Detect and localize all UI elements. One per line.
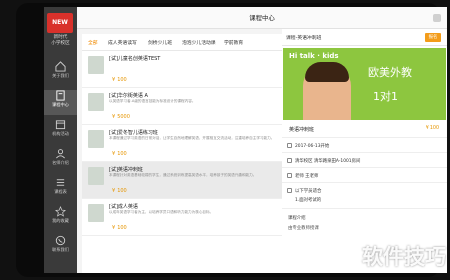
course-price: 100 — [112, 151, 127, 157]
sidebar-item[interactable]: 我的收藏 — [44, 206, 77, 231]
detail-course-name: 英语冲刺班 — [289, 127, 315, 133]
course-desc: 以英语学习者-A级的语言技能为标准设计的课程内容。 — [109, 99, 196, 103]
course-thumbnail — [88, 130, 104, 148]
course-name: [试]华尔街英语 A — [109, 93, 148, 99]
detail-price: 100 — [426, 126, 439, 131]
course-name: [试]成人英语 — [109, 204, 138, 210]
course-price: 100 — [112, 225, 127, 231]
banner-subheadline: 1对1 — [373, 90, 398, 103]
course-thumbnail — [88, 93, 104, 111]
detail-target-row: 以下学员适合 1.面对考试的 — [282, 183, 447, 209]
course-banner: Hi talk · kids 欧美外教 1对1 — [283, 48, 446, 120]
tab-preschool[interactable]: 学前教育 — [224, 39, 243, 46]
clock-icon — [287, 143, 292, 148]
course-price: 100 — [112, 77, 127, 83]
book-icon — [56, 90, 65, 101]
course-desc — [109, 62, 281, 72]
users-icon — [287, 188, 292, 193]
app-logo: NEW — [47, 13, 73, 33]
home-icon — [55, 61, 66, 72]
sidebar-item-label: 机构活动 — [52, 131, 69, 136]
course-name: [试]儿童名创英语TEST — [109, 56, 161, 62]
detail-date: 2017-06-13开始 — [295, 144, 330, 149]
detail-intro-title: 课程介绍 — [288, 216, 306, 221]
teacher-icon — [287, 173, 292, 178]
tab-bubble-kids[interactable]: 泡泡少儿活动课 — [182, 39, 216, 46]
sidebar-item-label: 课程表 — [54, 189, 67, 194]
detail-date-row: 2017-06-13开始 — [282, 138, 447, 153]
course-row[interactable]: [试]华尔街英语 A 以英语学习者-A级的语言技能为标准设计的课程内容。 500… — [82, 88, 288, 125]
device-frame: NEW 新时代 小学校区 关于我们 课程中心 机构活动 名师介绍 课程表 我的收藏 联系我们… — [0, 0, 450, 280]
sidebar-item-label: 我的收藏 — [52, 218, 69, 223]
course-thumbnail — [88, 56, 104, 74]
sidebar-item[interactable]: 名师介绍 — [44, 148, 77, 173]
banner-headline: 欧美外教 — [368, 66, 412, 79]
sidebar-item-label: 课程中心 — [52, 102, 69, 107]
course-desc: 以成年英语学习者为主，以培养学员口语和听力能力为核心目标。 — [109, 210, 214, 214]
detail-target-item: 1.面对考试的 — [295, 198, 322, 203]
course-row-selected[interactable]: [试]英语冲刺班 本课程针对英语基础较弱的学生，通过系统训练提高英语水平，培养孩… — [82, 162, 288, 199]
tab-adult-english[interactable]: 成人英语读写 — [108, 39, 137, 46]
course-list: [试]儿童名创英语TEST 100 [试]华尔街英语 A 以英语学习者-A级的语… — [82, 51, 288, 273]
star-icon — [55, 206, 66, 217]
course-desc: 本课程针对英语基础较弱的学生，通过系统训练提高英语水平，培养孩子的英语兴趣和能力… — [109, 173, 257, 177]
location-icon — [287, 158, 292, 163]
sidebar-item-label: 名师介绍 — [52, 160, 69, 165]
detail-location: 清华校区 清华路泉田A-1001房间 — [295, 159, 361, 164]
page-title: 课程中心 — [249, 14, 275, 22]
detail-teacher: 老师 王老师 — [295, 174, 319, 179]
sidebar-item-label: 关于我们 — [52, 73, 69, 78]
sidebar: NEW 新时代 小学校区 关于我们课程中心机构活动名师介绍课程表我的收藏联系我们 — [44, 7, 77, 273]
course-name: [试]爱冬智儿语练习班 — [109, 130, 158, 136]
detail-target-title: 以下学员适合 — [295, 189, 322, 194]
detail-header: 课程-英语冲刺班 报名 — [282, 29, 447, 46]
menu-icon[interactable] — [433, 14, 441, 22]
course-thumbnail — [88, 204, 104, 222]
calendar-icon — [55, 120, 66, 130]
course-desc: 本课程通过学习英语的日常对话，让学生自然地理解英语，开展相互交流活动，注重培养自… — [109, 136, 275, 140]
detail-intro-text: 由专业教师授课 — [288, 226, 319, 231]
sidebar-item[interactable]: 机构活动 — [44, 119, 77, 144]
sidebar-nav: 关于我们课程中心机构活动名师介绍课程表我的收藏联系我们 — [44, 57, 77, 260]
sidebar-item[interactable]: 课程中心 — [44, 90, 77, 115]
course-detail-panel: 课程-英语冲刺班 报名 Hi talk · kids 欧美外教 1对1 英语冲刺… — [282, 29, 447, 273]
org-name: 新时代 小学校区 — [51, 35, 70, 46]
tab-cambridge-kids[interactable]: 剑桥少儿班 — [148, 39, 172, 46]
top-bar: 课程中心 — [77, 7, 447, 29]
detail-location-row: 清华校区 清华路泉田A-1001房间 — [282, 153, 447, 168]
sidebar-item[interactable]: 关于我们 — [44, 61, 77, 86]
kid-hair — [305, 62, 349, 82]
tab-all[interactable]: 全部 — [88, 39, 98, 46]
tablet-bezel: NEW 新时代 小学校区 关于我们 课程中心 机构活动 名师介绍 课程表 我的收藏 联系我们… — [16, 3, 447, 277]
course-price: 5000 — [112, 114, 130, 120]
sidebar-item[interactable]: 课程表 — [44, 177, 77, 202]
detail-course-row: 英语冲刺班 100 — [282, 121, 447, 138]
detail-teacher-row: 老师 王老师 — [282, 168, 447, 183]
app-screen: NEW 新时代 小学校区 关于我们 课程中心 机构活动 名师介绍 课程表 我的收藏 联系我们… — [44, 7, 447, 273]
course-row[interactable]: [试]爱冬智儿语练习班 本课程通过学习英语的日常对话，让学生自然地理解英语，开展… — [82, 125, 288, 162]
course-row[interactable]: [试]成人英语 以成年英语学习者为主，以培养学员口语和听力能力为核心目标。 10… — [82, 199, 288, 236]
banner-brand: Hi talk · kids — [289, 52, 339, 60]
detail-header-title: 课程-英语冲刺班 — [286, 36, 322, 41]
list-icon — [56, 179, 65, 186]
category-tabs: 全部 成人英语读写 剑桥少儿班 泡泡少儿活动课 学前教育 — [82, 34, 288, 51]
sidebar-item-label: 联系我们 — [52, 247, 69, 252]
enroll-button[interactable]: 报名 — [425, 33, 441, 42]
course-price: 100 — [112, 188, 127, 194]
course-name: [试]英语冲刺班 — [109, 167, 143, 173]
person-icon — [56, 149, 65, 159]
course-row[interactable]: [试]儿童名创英语TEST 100 — [82, 51, 288, 88]
phone-icon — [55, 235, 66, 246]
course-thumbnail — [88, 167, 104, 185]
sidebar-item[interactable]: 联系我们 — [44, 235, 77, 260]
watermark: 软件技巧 — [362, 245, 446, 269]
